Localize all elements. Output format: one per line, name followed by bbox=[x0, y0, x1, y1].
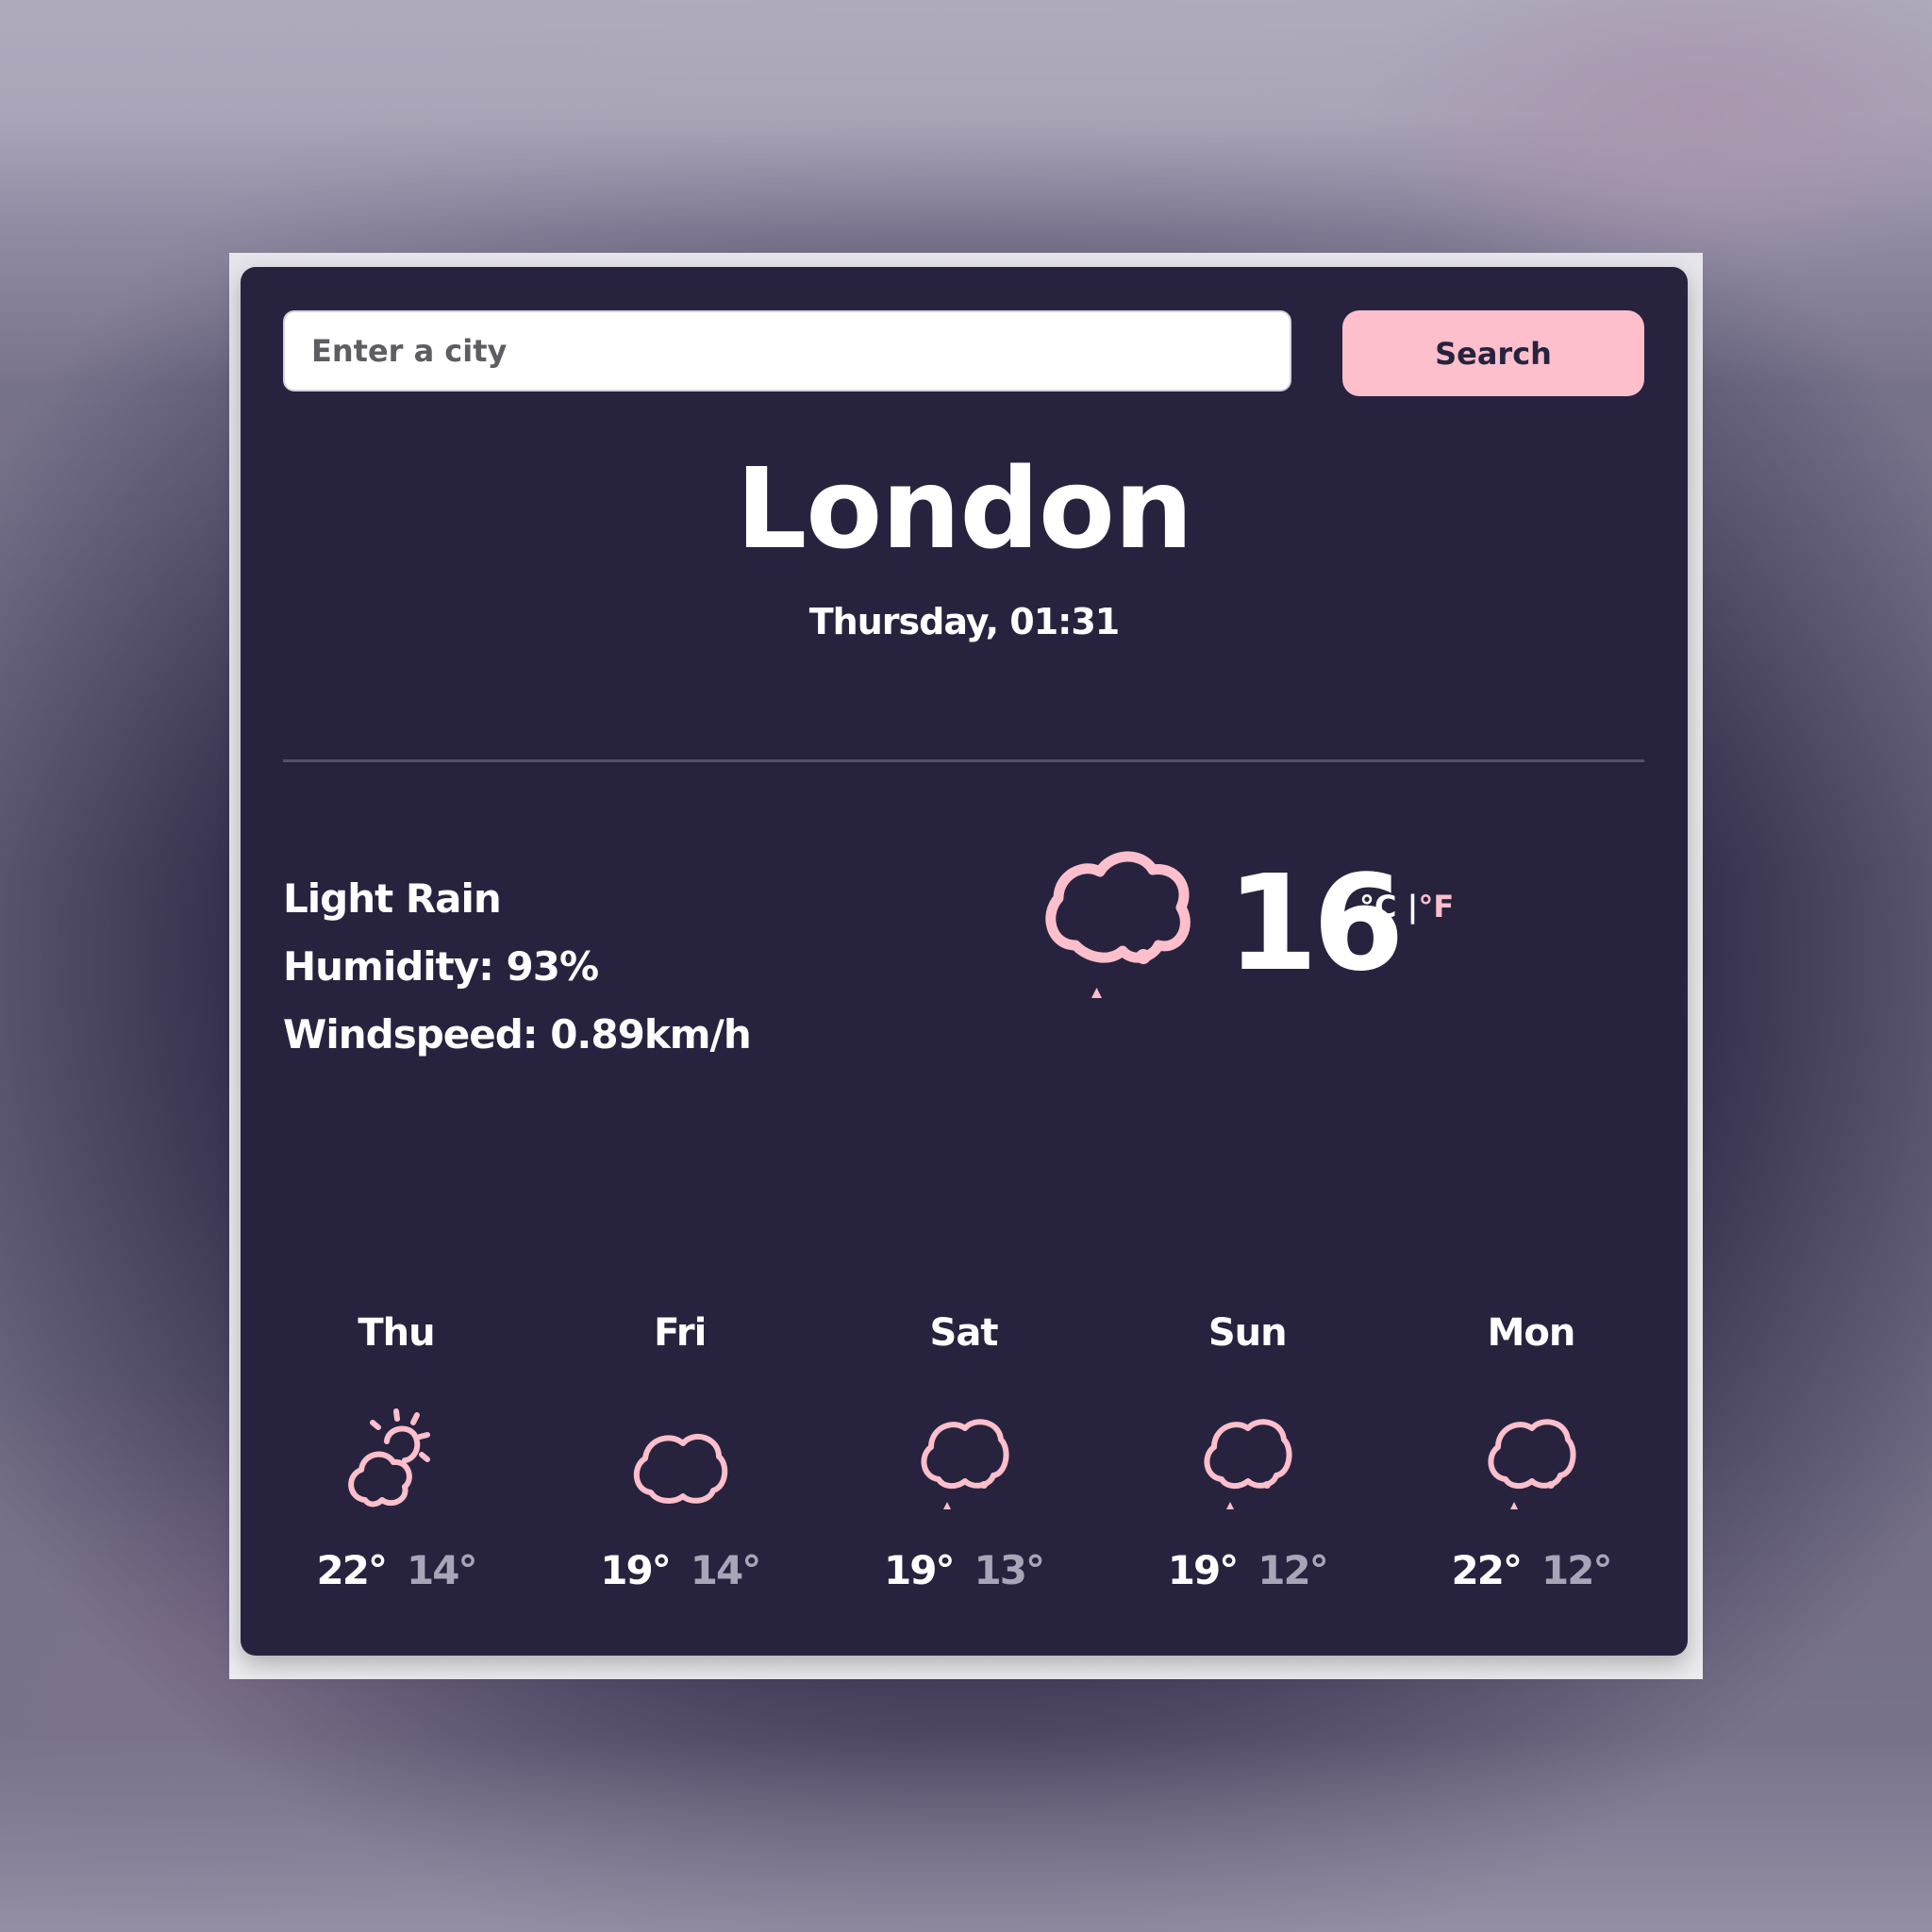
unit-separator: | bbox=[1407, 889, 1419, 924]
forecast-day-name: Thu bbox=[358, 1311, 435, 1355]
partly-cloudy-icon bbox=[348, 1408, 430, 1507]
forecast-min-temp: 12° bbox=[1541, 1547, 1612, 1593]
rain-cloud-icon bbox=[1204, 1419, 1292, 1509]
current-temperature: 16 bbox=[1226, 847, 1405, 1001]
forecast-day: Sun 19° 12° bbox=[1134, 1311, 1360, 1613]
forecast-day: Fri 19° 14° bbox=[567, 1311, 793, 1613]
search-button[interactable]: Search bbox=[1342, 310, 1644, 396]
weather-description: Light Rain bbox=[283, 875, 502, 922]
forecast-max-temp: 22° bbox=[316, 1547, 388, 1593]
forecast-min-temp: 12° bbox=[1257, 1547, 1328, 1593]
forecast-temps: 19° 13° bbox=[851, 1547, 1077, 1593]
forecast-day: Thu 22° 14° bbox=[283, 1311, 509, 1613]
rain-cloud-icon bbox=[921, 1419, 1009, 1509]
forecast-max-temp: 19° bbox=[1167, 1547, 1239, 1593]
windspeed: Windspeed: 0.89km/h bbox=[283, 1011, 752, 1058]
forecast-day-name: Fri bbox=[654, 1311, 707, 1355]
forecast-max-temp: 19° bbox=[600, 1547, 671, 1593]
city-name: London bbox=[736, 443, 1193, 574]
forecast-day-name: Sat bbox=[929, 1311, 999, 1355]
forecast-min-temp: 13° bbox=[974, 1547, 1045, 1593]
cloud-icon bbox=[633, 1433, 727, 1504]
forecast-min-temp: 14° bbox=[407, 1547, 477, 1593]
forecast-max-temp: 22° bbox=[1451, 1547, 1523, 1593]
forecast-day-name: Mon bbox=[1487, 1311, 1576, 1355]
forecast-max-temp: 19° bbox=[884, 1547, 955, 1593]
forecast-day: Sat 19° 13° bbox=[851, 1311, 1077, 1613]
forecast-temps: 22° 12° bbox=[1418, 1547, 1644, 1593]
rain-cloud-icon bbox=[1488, 1419, 1576, 1509]
city-search-input[interactable] bbox=[283, 310, 1291, 391]
weather-details: Light Rain Humidity: 93% Windspeed: 0.89… bbox=[283, 873, 752, 1076]
humidity: Humidity: 93% bbox=[283, 943, 599, 990]
fahrenheit-toggle[interactable]: °F bbox=[1418, 889, 1454, 924]
forecast-temps: 19° 14° bbox=[567, 1547, 793, 1593]
celsius-toggle[interactable]: °C bbox=[1359, 889, 1396, 924]
forecast-temps: 22° 14° bbox=[283, 1547, 509, 1593]
forecast-day: Mon 22° 12° bbox=[1418, 1311, 1644, 1613]
rain-cloud-icon bbox=[1045, 851, 1191, 998]
forecast-min-temp: 14° bbox=[690, 1547, 761, 1593]
unit-toggle: °C |°F bbox=[1359, 891, 1454, 922]
divider bbox=[283, 759, 1644, 762]
forecast-list: Thu 22° 14° Fri 19° 14° Sat 19° 13° Sun … bbox=[283, 1311, 1644, 1613]
current-datetime: Thursday, 01:31 bbox=[808, 601, 1121, 642]
forecast-temps: 19° 12° bbox=[1134, 1547, 1360, 1593]
forecast-day-name: Sun bbox=[1208, 1311, 1288, 1355]
